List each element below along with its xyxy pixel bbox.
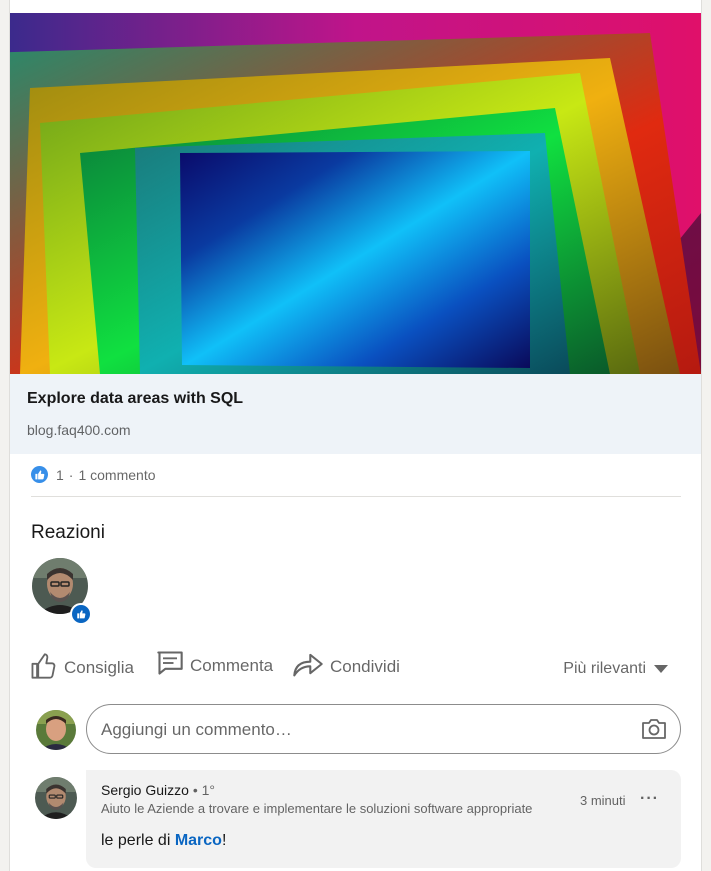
article-link-preview[interactable]: Explore data areas with SQL blog.faq400.…	[10, 374, 701, 454]
camera-icon[interactable]	[641, 717, 667, 741]
reactor-avatar[interactable]	[32, 558, 92, 625]
sort-label: Più rilevanti	[563, 660, 646, 677]
comment-button[interactable]: Commenta	[156, 650, 273, 681]
thumbs-up-icon	[31, 466, 48, 483]
thumbs-up-icon	[70, 603, 92, 625]
article-domain: blog.faq400.com	[27, 422, 131, 438]
comment-input[interactable]	[99, 705, 623, 755]
comment-mention-link[interactable]: Marco	[175, 832, 222, 849]
current-user-avatar[interactable]	[36, 710, 76, 750]
comment-icon	[156, 650, 184, 681]
comment-label: Commenta	[190, 655, 274, 675]
social-counts[interactable]: 1 · 1 commento	[31, 466, 156, 483]
comment-text: le perle di Marco!	[101, 832, 226, 850]
comment-item: Sergio Guizzo • 1° Aiuto le Aziende a tr…	[86, 770, 681, 868]
more-options-icon[interactable]: ···	[640, 790, 659, 808]
caret-down-icon	[654, 665, 668, 673]
thumbs-up-outline-icon	[30, 650, 58, 685]
comment-text-before: le perle di	[101, 832, 175, 849]
comment-author-name[interactable]: Sergio Guizzo	[101, 782, 189, 798]
comment-sort-dropdown[interactable]: Più rilevanti	[563, 660, 668, 678]
connection-degree: • 1°	[192, 782, 216, 798]
share-label: Condividi	[330, 656, 400, 676]
reactions-heading: Reazioni	[31, 522, 105, 543]
reaction-count[interactable]: 1	[56, 467, 64, 483]
comment-timestamp: 3 minuti	[580, 793, 626, 808]
divider	[31, 496, 681, 497]
comment-text-after: !	[221, 832, 227, 849]
comment-composer[interactable]	[86, 704, 681, 755]
separator-dot: ·	[68, 466, 74, 483]
social-actions-bar: Consiglia Commenta Condividi Più rilevan…	[30, 650, 690, 690]
comments-count-link[interactable]: 1 commento	[78, 467, 155, 483]
like-button[interactable]: Consiglia	[30, 650, 134, 685]
share-button[interactable]: Condividi	[292, 650, 400, 683]
commenter-avatar[interactable]	[35, 777, 77, 819]
abstract-rainbow-image	[10, 13, 701, 374]
comment-author[interactable]: Sergio Guizzo • 1°	[101, 782, 215, 798]
like-label: Consiglia	[64, 657, 134, 677]
share-arrow-icon	[292, 650, 324, 683]
article-image[interactable]	[10, 13, 701, 374]
post-card: Explore data areas with SQL blog.faq400.…	[9, 0, 702, 871]
comment-author-headline: Aiuto le Aziende a trovare e implementar…	[101, 801, 533, 816]
article-title[interactable]: Explore data areas with SQL	[27, 390, 243, 408]
